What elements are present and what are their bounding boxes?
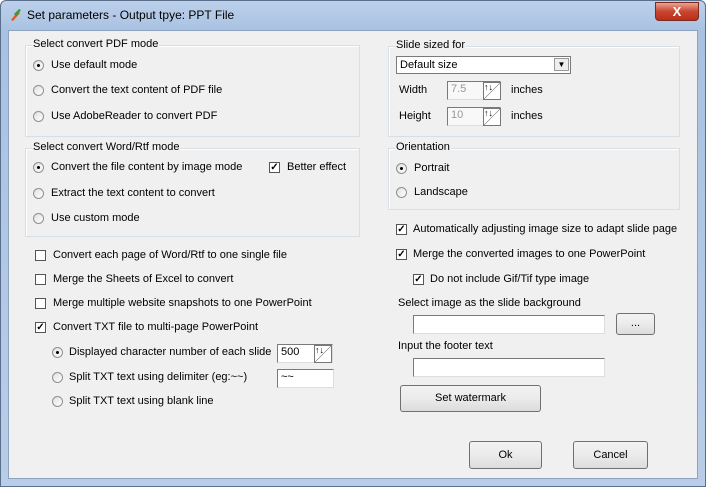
- radio-label: Landscape: [414, 186, 468, 198]
- checkbox-label: Convert each page of Word/Rtf to one sin…: [53, 249, 287, 261]
- checkbox-merge-images[interactable]: ✓: [396, 249, 407, 260]
- height-spinner[interactable]: ↑↓: [483, 108, 501, 126]
- radio-label: Use default mode: [51, 59, 138, 71]
- height-value: 10: [451, 109, 464, 121]
- radio-pdf-text[interactable]: [33, 85, 44, 96]
- width-spinner[interactable]: ↑↓: [483, 82, 501, 100]
- footer-label: Input the footer text: [398, 340, 493, 352]
- checkbox-label: Convert TXT file to multi-page PowerPoin…: [53, 321, 259, 333]
- checkbox-merge-excel[interactable]: [35, 274, 46, 285]
- checkbox-label: Do not include Gif/Tif type image: [430, 273, 590, 285]
- radio-label: Use AdobeReader to convert PDF: [51, 110, 218, 122]
- radio-label: Split TXT text using blank line: [69, 395, 214, 407]
- cancel-button[interactable]: Cancel: [573, 441, 648, 469]
- chevron-down-icon[interactable]: ▼: [554, 58, 569, 71]
- height-unit: inches: [511, 110, 543, 122]
- radio-label: Use custom mode: [51, 212, 140, 224]
- checkbox-exclude-gif[interactable]: ✓: [413, 274, 424, 285]
- radio-txt-delimiter[interactable]: [52, 372, 63, 383]
- checkbox-label: Merge the converted images to one PowerP…: [413, 248, 646, 260]
- radio-label: Displayed character number of each slide: [69, 346, 272, 358]
- radio-label: Convert the file content by image mode: [51, 161, 243, 173]
- radio-pdf-adobe[interactable]: [33, 111, 44, 122]
- browse-button[interactable]: ...: [616, 313, 655, 335]
- better-effect-checkbox[interactable]: ✓: [269, 162, 280, 173]
- radio-label: Portrait: [414, 162, 450, 174]
- checkbox-auto-adjust[interactable]: ✓: [396, 224, 407, 235]
- width-label: Width: [399, 84, 428, 96]
- app-icon: [11, 9, 21, 21]
- slide-size-value: Default size: [400, 59, 458, 71]
- radio-txt-blankline[interactable]: [52, 396, 63, 407]
- radio-portrait[interactable]: [396, 163, 407, 174]
- height-label: Height: [399, 110, 431, 122]
- checkbox-label: Merge the Sheets of Excel to convert: [53, 273, 234, 285]
- delimiter-input[interactable]: ~~: [277, 369, 334, 388]
- checkbox-word-single[interactable]: [35, 250, 46, 261]
- radio-landscape[interactable]: [396, 187, 407, 198]
- checkbox-label: Merge multiple website snapshots to one …: [53, 297, 312, 309]
- group-label: Select convert Word/Rtf mode: [32, 141, 181, 153]
- radio-pdf-default[interactable]: [33, 60, 44, 71]
- close-button[interactable]: X: [655, 2, 699, 21]
- background-label: Select image as the slide background: [398, 297, 581, 309]
- slide-size-select[interactable]: Default size ▼: [396, 56, 571, 74]
- window-title: Set parameters - Output tpye: PPT File: [27, 8, 235, 22]
- checkbox-merge-web[interactable]: [35, 298, 46, 309]
- checkbox-txt-multipage[interactable]: ✓: [35, 322, 46, 333]
- set-watermark-button[interactable]: Set watermark: [400, 385, 541, 412]
- radio-label: Extract the text content to convert: [51, 187, 215, 199]
- width-unit: inches: [511, 84, 543, 96]
- radio-word-custom[interactable]: [33, 213, 44, 224]
- footer-input[interactable]: [413, 358, 605, 377]
- char-count-spinner[interactable]: ↑↓: [314, 345, 332, 363]
- radio-label: Split TXT text using delimiter (eg:~~): [69, 371, 248, 383]
- group-label: Slide sized for: [395, 39, 467, 51]
- ok-button[interactable]: Ok: [469, 441, 542, 469]
- radio-txt-charcount[interactable]: [52, 347, 63, 358]
- checkbox-label: Automatically adjusting image size to ad…: [413, 223, 678, 235]
- background-input[interactable]: [413, 315, 605, 334]
- checkbox-label: Better effect: [287, 161, 347, 173]
- radio-word-image[interactable]: [33, 162, 44, 173]
- char-count-value: 500: [281, 346, 300, 358]
- radio-word-text[interactable]: [33, 188, 44, 199]
- width-value: 7.5: [451, 83, 467, 95]
- radio-label: Convert the text content of PDF file: [51, 84, 223, 96]
- group-label: Orientation: [395, 141, 451, 153]
- group-label: Select convert PDF mode: [32, 38, 160, 50]
- orientation-group: Orientation: [388, 141, 680, 210]
